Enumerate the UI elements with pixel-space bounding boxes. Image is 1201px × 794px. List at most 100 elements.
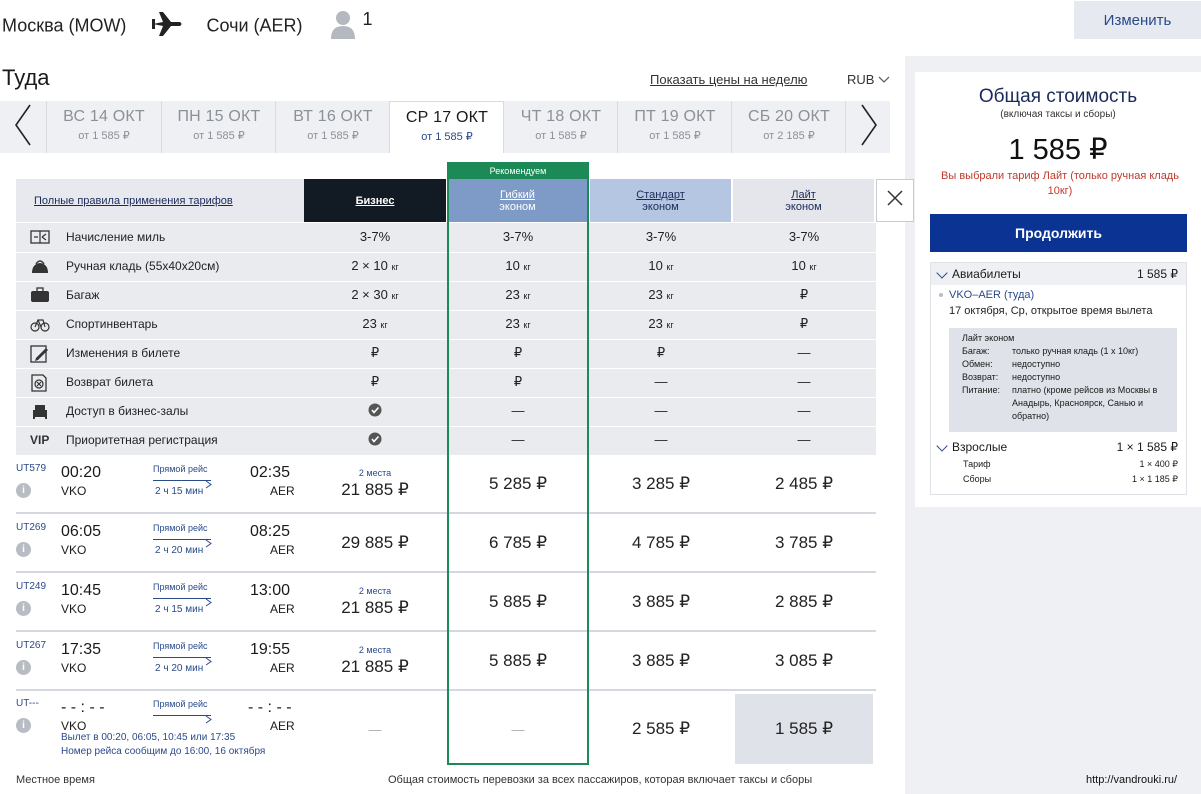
- fare-detail-key: Питание:: [962, 385, 1001, 395]
- info-icon[interactable]: i: [16, 601, 31, 616]
- feature-value: 3-7%: [502, 229, 534, 244]
- date-tab[interactable]: ВТ 16 ОКТ от 1 585 ₽: [275, 101, 390, 153]
- date-tab[interactable]: ПТ 19 ОКТ от 1 585 ₽: [617, 101, 732, 153]
- fare-detail-value: недоступно: [1012, 359, 1061, 369]
- fare-detail-row: Обмен: недоступно: [962, 358, 1164, 371]
- fare-detail-row: Багаж: только ручная кладь (1 x 10кг): [962, 345, 1164, 358]
- fare-price-cell[interactable]: 6 785 ₽: [447, 514, 589, 572]
- feature-row: Спортинвентарь 23 кг 23 кг 23 кг ₽: [16, 310, 876, 339]
- fare-price-cell[interactable]: 2 места 21 885 ₽: [304, 573, 446, 631]
- chevron-down-icon: [936, 439, 948, 452]
- fare-price-cell[interactable]: 3 885 ₽: [590, 573, 732, 631]
- fare-price-cell[interactable]: 3 785 ₽: [733, 514, 875, 572]
- fare-price-cell[interactable]: 2 485 ₽: [733, 455, 875, 513]
- fare-column-3[interactable]: Лайт эконом: [733, 179, 874, 222]
- arrival-airport: AER: [270, 543, 295, 557]
- feature-value: 3-7%: [645, 229, 677, 244]
- arrival-time: - - : - -: [248, 699, 292, 716]
- date-price: от 1 585 ₽: [421, 131, 473, 143]
- fare-detail-row: Возврат: недоступно: [962, 371, 1164, 384]
- row-divider: [16, 426, 876, 427]
- feature-label: Возврат билета: [66, 375, 154, 389]
- week-prices-link[interactable]: Показать цены на неделю: [650, 72, 807, 87]
- date-tab[interactable]: ПН 15 ОКТ от 1 585 ₽: [161, 101, 276, 153]
- fare-price-cell[interactable]: 29 885 ₽: [304, 514, 446, 572]
- fare-price: 21 885 ₽: [341, 480, 409, 499]
- close-fares-button[interactable]: [876, 179, 914, 222]
- bullet-icon: [939, 293, 943, 297]
- vip-icon: VIP: [30, 432, 50, 450]
- summary-subtitle: (включая таксы и сборы): [1000, 109, 1116, 120]
- fare-name: Лайт: [791, 188, 816, 201]
- prev-dates-button[interactable]: [0, 101, 46, 153]
- info-icon[interactable]: i: [16, 542, 31, 557]
- fare-detail-value: платно (кроме рейсов из Москвы в Анадырь…: [1012, 385, 1158, 421]
- info-icon[interactable]: i: [16, 718, 31, 733]
- info-icon[interactable]: i: [16, 483, 31, 498]
- feature-value: 2 × 10 кг: [351, 258, 399, 273]
- next-dates-button[interactable]: [845, 101, 891, 153]
- fare-detail-key: Обмен:: [962, 359, 993, 369]
- feature-value: 23 кг: [362, 316, 388, 331]
- fare-price-cell[interactable]: 2 места 21 885 ₽: [304, 632, 446, 690]
- currency-select[interactable]: RUB: [847, 72, 890, 87]
- fare-price-cell[interactable]: 2 885 ₽: [733, 573, 875, 631]
- fare-price: 2 485 ₽: [774, 474, 834, 493]
- open-time-note: Вылет в 00:20, 06:05, 10:45 или 17:35: [61, 732, 236, 743]
- fare-detail-key: Багаж:: [962, 346, 990, 356]
- fare-price-cell[interactable]: 3 085 ₽: [733, 632, 875, 690]
- fare-price-cell[interactable]: 3 885 ₽: [590, 632, 732, 690]
- price-note: Общая стоимость перевозки за всех пассаж…: [388, 774, 813, 786]
- info-icon[interactable]: i: [16, 660, 31, 675]
- fare-price-cell[interactable]: 5 885 ₽: [447, 632, 589, 690]
- fare-price: 5 885 ₽: [488, 651, 548, 670]
- row-divider: [16, 310, 876, 311]
- fare-price-cell[interactable]: 1 585 ₽: [735, 694, 873, 764]
- chevron-right-icon: [859, 103, 879, 152]
- fare-column-2[interactable]: Стандарт эконом: [590, 179, 731, 222]
- tickets-toggle[interactable]: Авиабилеты 1 585 ₽: [931, 263, 1186, 285]
- fare-price-cell[interactable]: 3 285 ₽: [590, 455, 732, 513]
- feature-value: —: [654, 403, 668, 418]
- feature-label: Спортинвентарь: [66, 317, 158, 331]
- fare-price: 3 885 ₽: [631, 651, 691, 670]
- seats-left: 2 места: [358, 468, 392, 478]
- date-tab[interactable]: СБ 20 ОКТ от 2 185 ₽: [731, 101, 846, 153]
- arrow-right-icon: [205, 476, 213, 494]
- feature-value: ₽: [656, 345, 666, 360]
- fare-column-0[interactable]: Бизнес: [304, 179, 446, 222]
- adults-toggle[interactable]: Взрослые 1 × 1 585 ₽: [931, 439, 1186, 454]
- fare-rules-link[interactable]: Полные правила применения тарифов: [16, 179, 304, 222]
- continue-button[interactable]: Продолжить: [930, 214, 1187, 252]
- arrival-airport: AER: [270, 661, 295, 675]
- fare-column-1[interactable]: Гибкий эконом: [447, 179, 588, 222]
- date-label: ВС 14 ОКТ: [63, 108, 145, 125]
- date-tab[interactable]: ЧТ 18 ОКТ от 1 585 ₽: [503, 101, 618, 153]
- fare-price-cell[interactable]: 2 585 ₽: [590, 694, 732, 764]
- date-tab[interactable]: ВС 14 ОКТ от 1 585 ₽: [46, 101, 161, 153]
- summary-total: 1 585 ₽: [1008, 134, 1108, 166]
- fare-price: 4 785 ₽: [631, 533, 691, 552]
- date-selector: ВС 14 ОКТ от 1 585 ₽ ПН 15 ОКТ от 1 585 ₽ ВТ…: [0, 101, 890, 153]
- refund-icon: [30, 374, 50, 392]
- segment-date: 17 октября, Ср, открытое время вылета: [949, 305, 1153, 317]
- direct-flight-label: Прямой рейс: [153, 699, 208, 709]
- watermark: http://vandrouki.ru/: [1086, 774, 1178, 786]
- date-label: ЧТ 18 ОКТ: [520, 108, 602, 125]
- feature-value: —: [511, 403, 525, 418]
- feature-label: Начисление миль: [66, 230, 166, 244]
- feature-value: 23 кг: [505, 287, 531, 302]
- fare-class: эконом: [642, 200, 679, 213]
- fare-price-cell[interactable]: 2 места 21 885 ₽: [304, 455, 446, 513]
- feature-label: Изменения в билете: [66, 346, 181, 360]
- adults-label: Взрослые: [952, 440, 1008, 454]
- fare-details-rows: Багаж: только ручная кладь (1 x 10кг) Обме…: [962, 345, 1164, 423]
- fare-price-cell[interactable]: 4 785 ₽: [590, 514, 732, 572]
- date-tab[interactable]: СР 17 ОКТ от 1 585 ₽: [389, 101, 504, 153]
- change-search-button[interactable]: Изменить: [1074, 1, 1201, 39]
- departure-airport: VKO: [61, 484, 87, 498]
- arrow-right-icon: [205, 535, 213, 553]
- fare-price-cell[interactable]: 5 885 ₽: [447, 573, 589, 631]
- departure-airport: VKO: [61, 719, 87, 733]
- fare-price-cell[interactable]: 5 285 ₽: [447, 455, 589, 513]
